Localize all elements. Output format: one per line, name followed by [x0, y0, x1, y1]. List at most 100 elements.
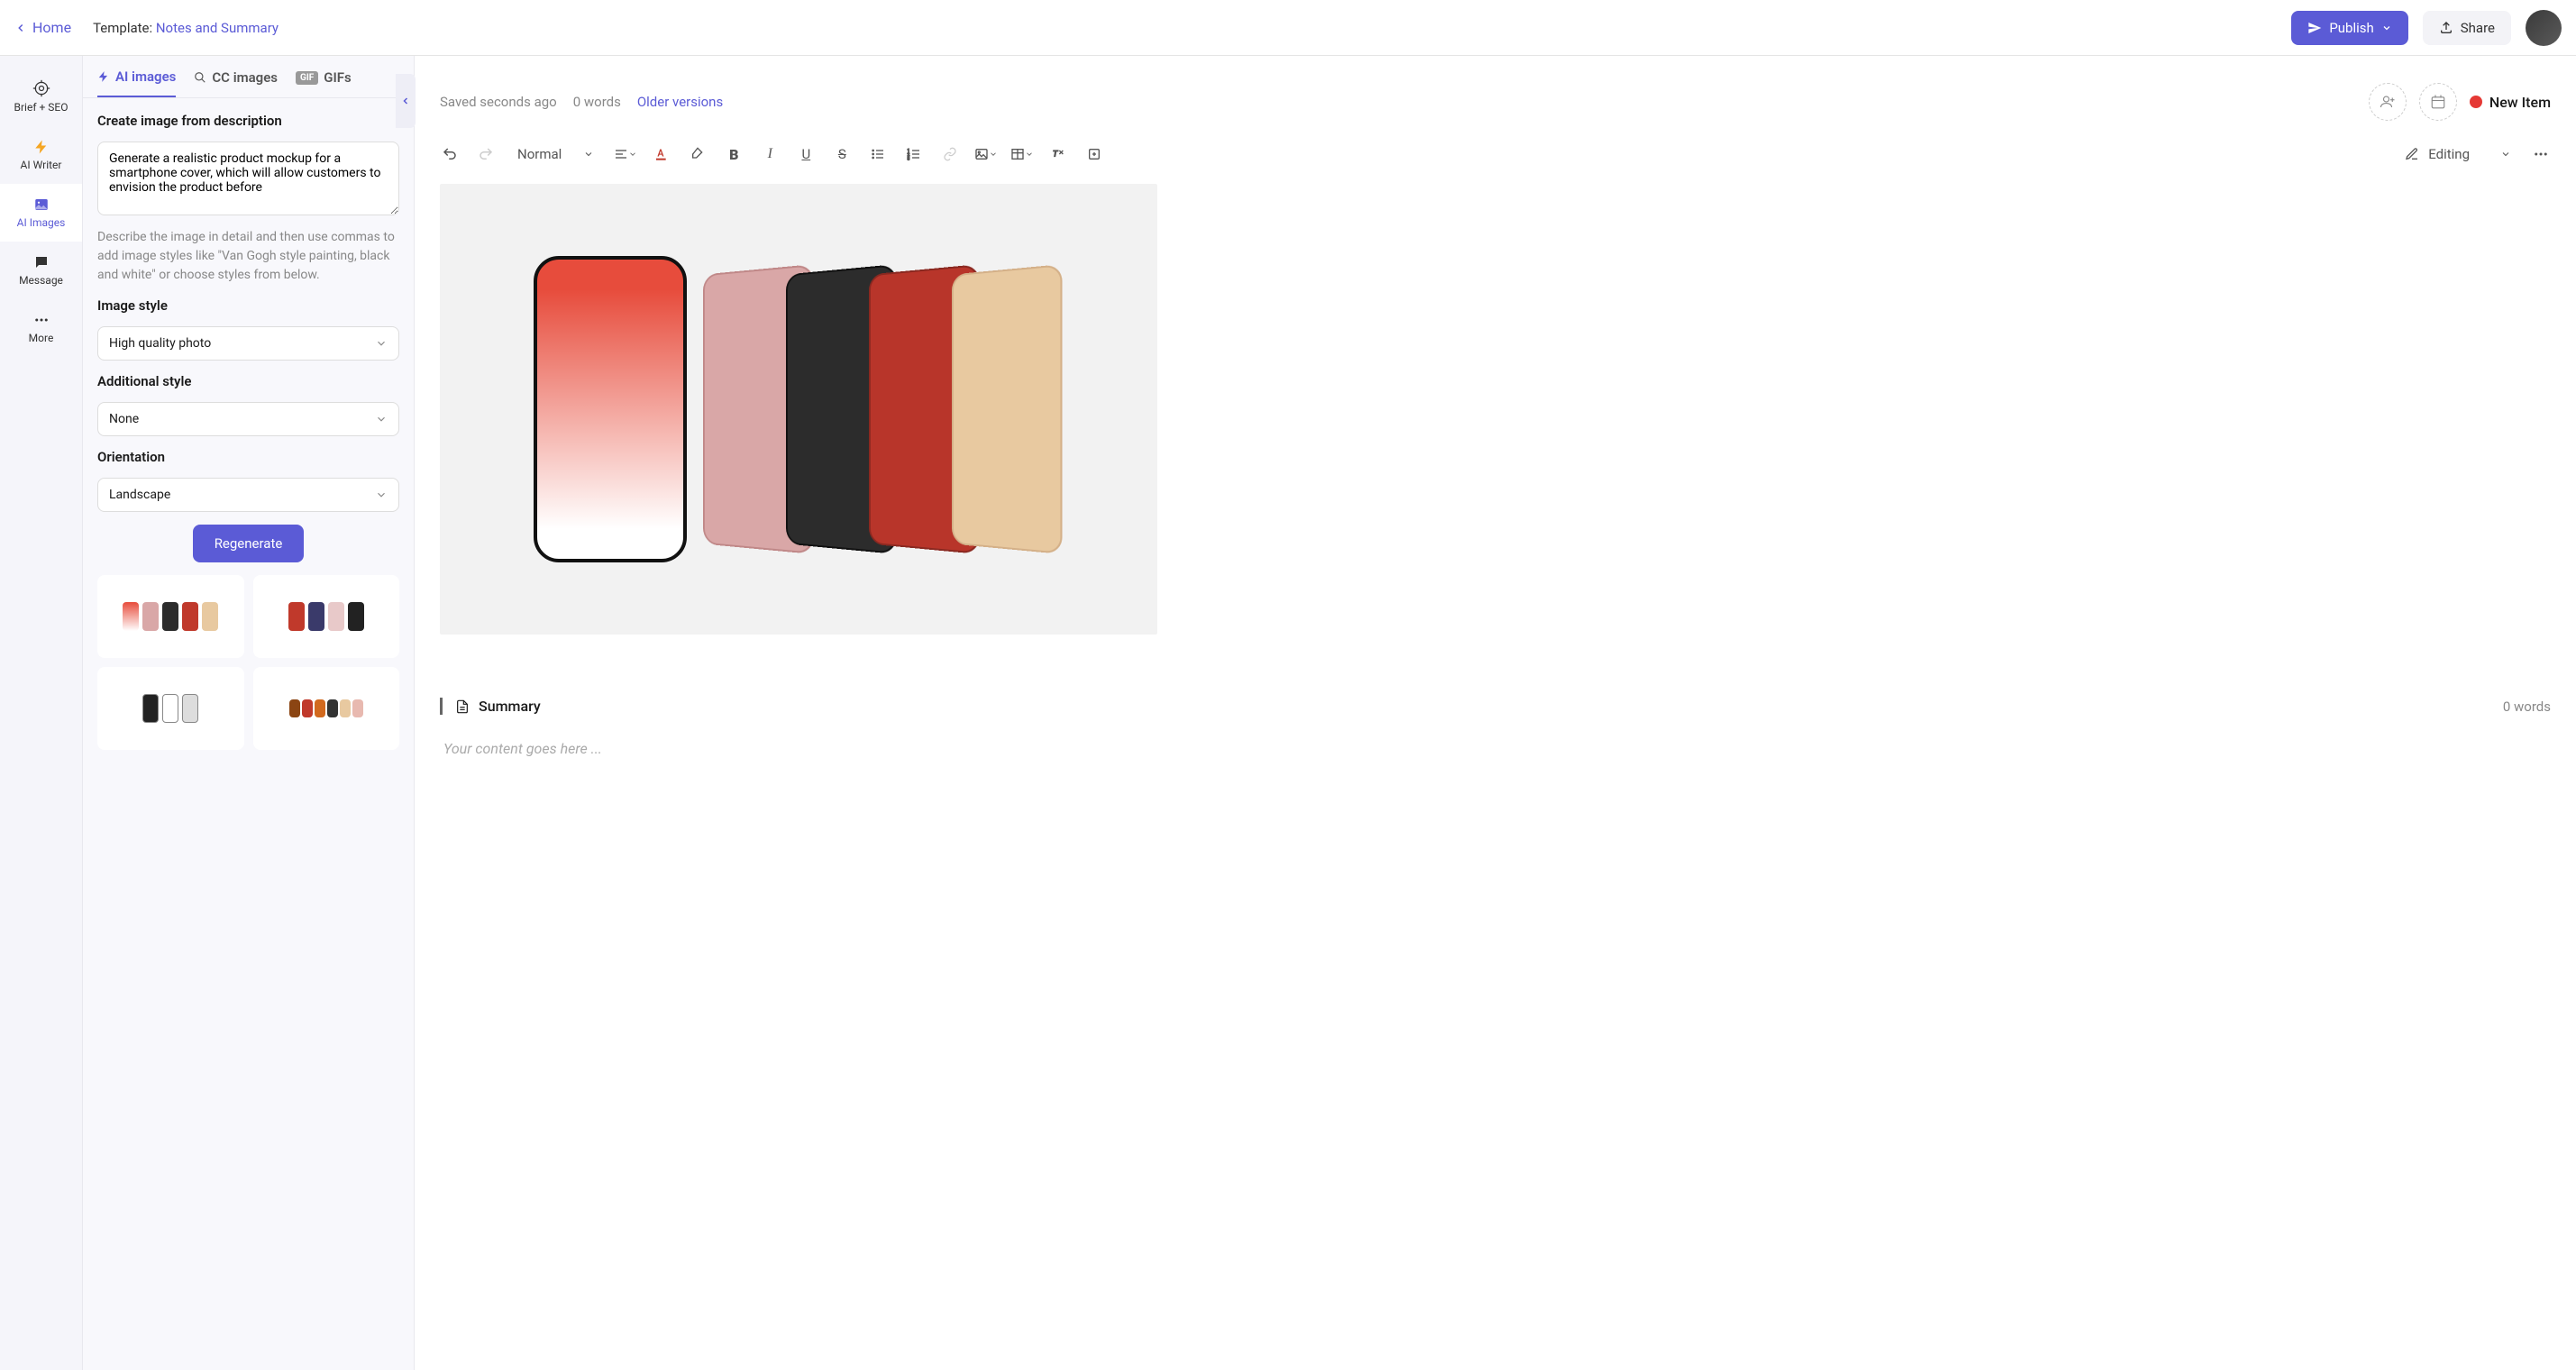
nav-label: Brief + SEO: [14, 101, 69, 114]
status-text: New Item: [2489, 94, 2551, 111]
image-style-select[interactable]: High quality photo: [97, 326, 399, 361]
topbar-right: Publish Share: [2291, 10, 2562, 46]
redo-button[interactable]: [470, 139, 501, 169]
case-preview: [328, 602, 344, 631]
numbered-list-button[interactable]: 123: [899, 139, 929, 169]
chevron-down-icon: [583, 149, 594, 160]
plus-square-icon: [1087, 147, 1101, 161]
nav-ai-images[interactable]: AI Images: [0, 184, 82, 242]
case-preview: [315, 699, 325, 717]
thumbnail[interactable]: [97, 667, 244, 750]
status-indicator[interactable]: New Item: [2470, 94, 2551, 111]
editing-mode-select[interactable]: Editing: [2396, 141, 2520, 168]
thumbnail[interactable]: [253, 575, 400, 658]
case-preview: [162, 602, 178, 631]
align-left-icon: [614, 147, 628, 161]
case-preview: [202, 602, 218, 631]
thumbnail[interactable]: [97, 575, 244, 658]
select-value: High quality photo: [109, 336, 211, 351]
regenerate-button[interactable]: Regenerate: [193, 525, 305, 562]
prompt-textarea[interactable]: [97, 142, 399, 215]
nav-brief-seo[interactable]: Brief + SEO: [0, 67, 82, 126]
italic-button[interactable]: I: [754, 139, 785, 169]
thumbnail[interactable]: [253, 667, 400, 750]
tab-label: CC images: [212, 69, 278, 86]
phone-case-red: [534, 256, 687, 562]
document-icon: [455, 699, 470, 714]
schedule-button[interactable]: [2419, 83, 2457, 121]
select-value: Landscape: [109, 488, 170, 502]
underline-button[interactable]: U: [790, 139, 821, 169]
summary-block: Summary 0 words: [440, 698, 2551, 715]
collapse-panel-button[interactable]: [396, 74, 416, 128]
generated-image[interactable]: [440, 184, 1157, 635]
underline-icon: U: [801, 146, 810, 162]
image-button[interactable]: [971, 139, 1001, 169]
add-user-button[interactable]: [2369, 83, 2407, 121]
search-icon: [194, 71, 206, 84]
chat-icon: [33, 254, 50, 270]
image-style-label: Image style: [97, 297, 399, 314]
highlight-button[interactable]: [682, 139, 713, 169]
editor-toolbar: Normal A B I U S: [415, 132, 2576, 184]
link-icon: [943, 147, 957, 161]
strikethrough-button[interactable]: S: [827, 139, 857, 169]
case-preview: [308, 602, 324, 631]
nav-ai-writer[interactable]: AI Writer: [0, 126, 82, 184]
more-button[interactable]: [2526, 139, 2556, 169]
case-preview: [182, 602, 198, 631]
case-preview: [348, 602, 364, 631]
select-value: Normal: [517, 146, 562, 162]
italic-icon: I: [768, 146, 772, 162]
table-icon: [1010, 147, 1025, 161]
tab-cc-images[interactable]: CC images: [194, 68, 278, 97]
align-button[interactable]: [610, 139, 641, 169]
thumbnails: [97, 575, 399, 750]
insert-button[interactable]: [1079, 139, 1110, 169]
chevron-down-icon: [2381, 23, 2392, 33]
svg-text:3: 3: [908, 157, 910, 161]
dots-icon: [2533, 146, 2549, 162]
topbar-left: Home Template: Notes and Summary: [14, 19, 279, 36]
nav-more[interactable]: More: [0, 299, 82, 357]
tab-ai-images[interactable]: AI images: [97, 68, 176, 97]
share-button[interactable]: Share: [2423, 11, 2511, 45]
text-color-button[interactable]: A: [646, 139, 677, 169]
clear-format-button[interactable]: T: [1043, 139, 1073, 169]
chevron-down-icon: [628, 150, 637, 159]
case-preview: [327, 699, 338, 717]
additional-style-select[interactable]: None: [97, 402, 399, 436]
bolt-icon: [33, 139, 50, 155]
calendar-icon: [2430, 94, 2446, 110]
tab-gifs[interactable]: GIF GIFs: [296, 68, 352, 97]
svg-text:T: T: [1053, 150, 1058, 160]
panel-tabs: AI images CC images GIF GIFs: [83, 56, 414, 98]
link-button[interactable]: [935, 139, 965, 169]
block-style-select[interactable]: Normal: [507, 141, 605, 168]
svg-text:A: A: [658, 148, 665, 160]
publish-label: Publish: [2329, 20, 2373, 36]
avatar[interactable]: [2526, 10, 2562, 46]
bold-button[interactable]: B: [718, 139, 749, 169]
upload-icon: [2439, 21, 2453, 35]
template-label: Template:: [93, 20, 152, 36]
older-versions-link[interactable]: Older versions: [637, 94, 723, 110]
table-button[interactable]: [1007, 139, 1037, 169]
orientation-select[interactable]: Landscape: [97, 478, 399, 512]
bullet-list-button[interactable]: [863, 139, 893, 169]
template-name[interactable]: Notes and Summary: [156, 20, 279, 36]
case-preview: [302, 699, 313, 717]
publish-button[interactable]: Publish: [2291, 11, 2407, 45]
nav-message[interactable]: Message: [0, 242, 82, 299]
home-link[interactable]: Home: [14, 19, 71, 36]
bold-icon: B: [729, 146, 738, 163]
chevron-down-icon: [989, 150, 998, 159]
main-header: Saved seconds ago 0 words Older versions…: [415, 56, 2576, 132]
undo-button[interactable]: [434, 139, 465, 169]
chevron-down-icon: [375, 337, 388, 350]
numbered-list-icon: 123: [907, 147, 921, 161]
hint-text: Describe the image in detail and then us…: [97, 228, 399, 285]
nav-label: AI Writer: [21, 159, 62, 171]
content-placeholder[interactable]: Your content goes here ...: [440, 740, 2551, 757]
summary-header[interactable]: Summary: [455, 698, 541, 715]
